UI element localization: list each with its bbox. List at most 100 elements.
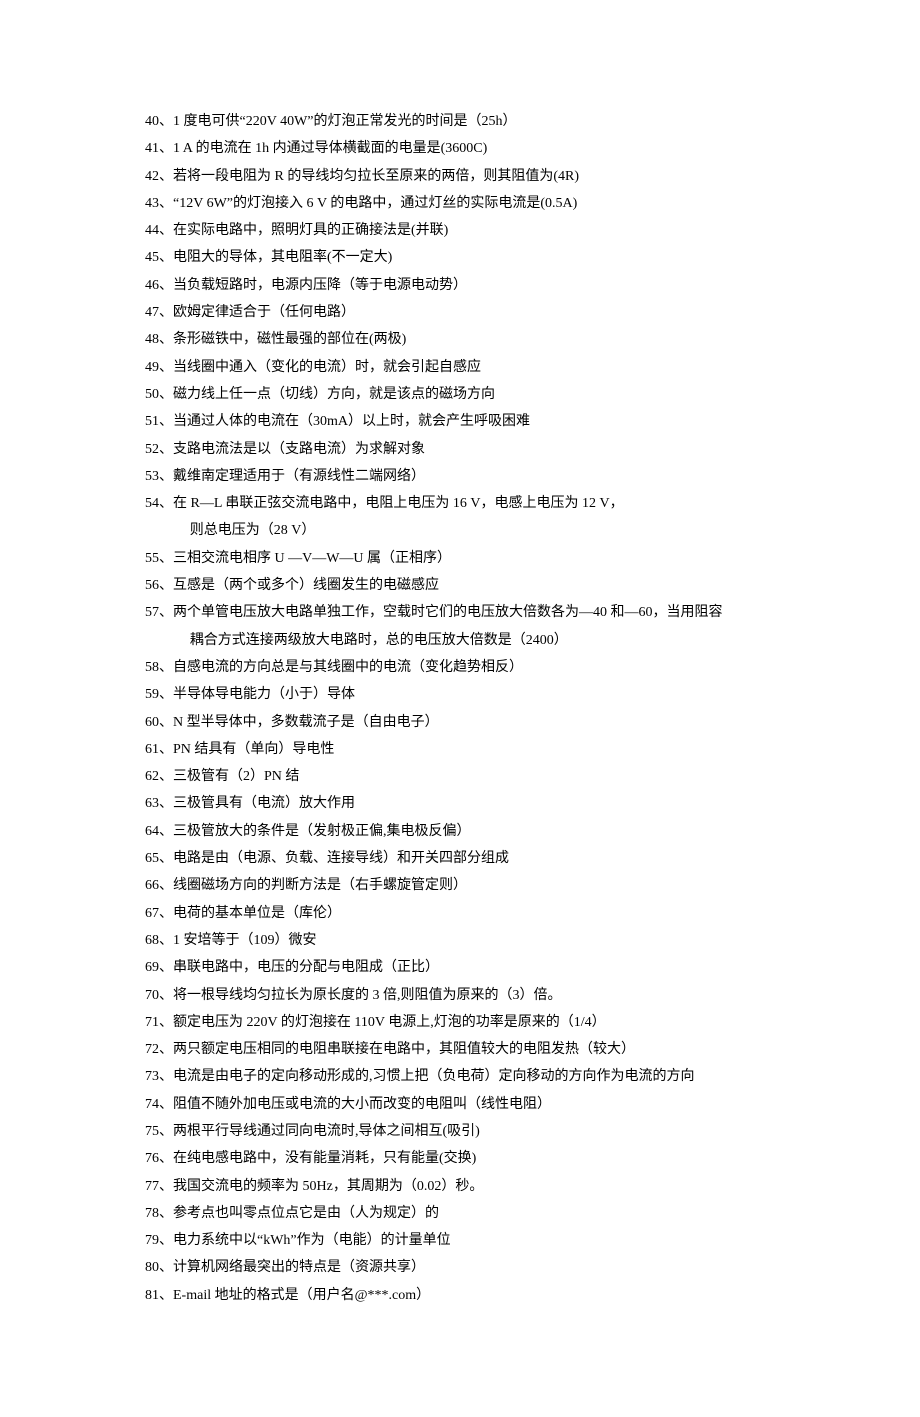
list-item: 58、自感电流的方向总是与其线圈中的电流（变化趋势相反） xyxy=(145,654,792,681)
item-number: 77、 xyxy=(145,1173,173,1200)
list-item: 75、两根平行导线通过同向电流时,导体之间相互(吸引) xyxy=(145,1118,792,1145)
item-number: 55、 xyxy=(145,545,173,572)
item-text: 在实际电路中，照明灯具的正确接法是(并联) xyxy=(173,217,792,244)
list-item: 44、在实际电路中，照明灯具的正确接法是(并联) xyxy=(145,217,792,244)
item-text: “12V 6W”的灯泡接入 6 V 的电路中，通过灯丝的实际电流是(0.5A) xyxy=(173,190,792,217)
list-item: 48、条形磁铁中，磁性最强的部位在(两极) xyxy=(145,326,792,353)
list-item: 45、电阻大的导体，其电阻率(不一定大) xyxy=(145,244,792,271)
list-item: 42、若将一段电阻为 R 的导线均匀拉长至原来的两倍，则其阻值为(4R) xyxy=(145,163,792,190)
item-number: 81、 xyxy=(145,1282,173,1309)
list-item: 69、串联电路中，电压的分配与电阻成（正比） xyxy=(145,954,792,981)
item-text: 互感是（两个或多个）线圈发生的电磁感应 xyxy=(173,572,792,599)
list-item: 76、在纯电感电路中，没有能量消耗，只有能量(交换) xyxy=(145,1145,792,1172)
item-text: 1 A 的电流在 1h 内通过导体横截面的电量是(3600C) xyxy=(173,135,792,162)
item-number: 62、 xyxy=(145,763,173,790)
list-item: 59、半导体导电能力（小于）导体 xyxy=(145,681,792,708)
item-text: 两只额定电压相同的电阻串联接在电路中，其阻值较大的电阻发热（较大） xyxy=(173,1036,792,1063)
item-text: 电路是由（电源、负载、连接导线）和开关四部分组成 xyxy=(173,845,792,872)
item-text: 串联电路中，电压的分配与电阻成（正比） xyxy=(173,954,792,981)
item-number: 51、 xyxy=(145,408,173,435)
list-item: 67、电荷的基本单位是（库伦） xyxy=(145,900,792,927)
item-number: 42、 xyxy=(145,163,173,190)
item-number: 79、 xyxy=(145,1227,173,1254)
item-number: 48、 xyxy=(145,326,173,353)
list-item: 70、将一根导线均匀拉长为原长度的 3 倍,则阻值为原来的（3）倍。 xyxy=(145,982,792,1009)
list-item: 54、在 R—L 串联正弦交流电路中，电阻上电压为 16 V，电感上电压为 12… xyxy=(145,490,792,517)
item-number: 47、 xyxy=(145,299,173,326)
list-item: 43、“12V 6W”的灯泡接入 6 V 的电路中，通过灯丝的实际电流是(0.5… xyxy=(145,190,792,217)
item-number: 65、 xyxy=(145,845,173,872)
item-number: 80、 xyxy=(145,1254,173,1281)
list-item: 51、当通过人体的电流在（30mA）以上时，就会产生呼吸困难 xyxy=(145,408,792,435)
list-item: 55、三相交流电相序 U —V—W—U 属（正相序） xyxy=(145,545,792,572)
item-text: N 型半导体中，多数载流子是（自由电子） xyxy=(173,709,792,736)
list-item: 72、两只额定电压相同的电阻串联接在电路中，其阻值较大的电阻发热（较大） xyxy=(145,1036,792,1063)
item-number: 50、 xyxy=(145,381,173,408)
item-number: 71、 xyxy=(145,1009,173,1036)
item-number: 58、 xyxy=(145,654,173,681)
item-number: 46、 xyxy=(145,272,173,299)
item-text: 两根平行导线通过同向电流时,导体之间相互(吸引) xyxy=(173,1118,792,1145)
item-text: 自感电流的方向总是与其线圈中的电流（变化趋势相反） xyxy=(173,654,792,681)
list-item: 62、三极管有（2）PN 结 xyxy=(145,763,792,790)
item-text: 1 安培等于（109）微安 xyxy=(173,927,792,954)
item-text: E-mail 地址的格式是（用户名@***.com） xyxy=(173,1282,792,1309)
list-item: 56、互感是（两个或多个）线圈发生的电磁感应 xyxy=(145,572,792,599)
list-item: 41、1 A 的电流在 1h 内通过导体横截面的电量是(3600C) xyxy=(145,135,792,162)
item-text: 半导体导电能力（小于）导体 xyxy=(173,681,792,708)
item-number: 57、 xyxy=(145,599,173,626)
item-number: 53、 xyxy=(145,463,173,490)
item-text: 1 度电可供“220V 40W”的灯泡正常发光的时间是（25h） xyxy=(173,108,792,135)
list-item: 66、线圈磁场方向的判断方法是（右手螺旋管定则） xyxy=(145,872,792,899)
item-number: 64、 xyxy=(145,818,173,845)
item-number: 52、 xyxy=(145,436,173,463)
list-item: 53、戴维南定理适用于（有源线性二端网络） xyxy=(145,463,792,490)
item-text: 欧姆定律适合于（任何电路） xyxy=(173,299,792,326)
list-item: 64、三极管放大的条件是（发射极正偏,集电极反偏） xyxy=(145,818,792,845)
item-number: 75、 xyxy=(145,1118,173,1145)
item-text: 两个单管电压放大电路单独工作，空载时它们的电压放大倍数各为—40 和—60，当用… xyxy=(173,599,792,626)
item-text: PN 结具有（单向）导电性 xyxy=(173,736,792,763)
item-text: 在纯电感电路中，没有能量消耗，只有能量(交换) xyxy=(173,1145,792,1172)
item-text: 将一根导线均匀拉长为原长度的 3 倍,则阻值为原来的（3）倍。 xyxy=(173,982,792,1009)
list-item: 49、当线圈中通入（变化的电流）时，就会引起自感应 xyxy=(145,354,792,381)
item-number: 41、 xyxy=(145,135,173,162)
item-text: 当通过人体的电流在（30mA）以上时，就会产生呼吸困难 xyxy=(173,408,792,435)
item-number: 61、 xyxy=(145,736,173,763)
item-number: 60、 xyxy=(145,709,173,736)
item-number: 59、 xyxy=(145,681,173,708)
item-text: 当线圈中通入（变化的电流）时，就会引起自感应 xyxy=(173,354,792,381)
item-text: 线圈磁场方向的判断方法是（右手螺旋管定则） xyxy=(173,872,792,899)
item-number: 45、 xyxy=(145,244,173,271)
item-text: 电力系统中以“kWh”作为（电能）的计量单位 xyxy=(173,1227,792,1254)
item-text: 三极管具有（电流）放大作用 xyxy=(173,790,792,817)
item-text: 条形磁铁中，磁性最强的部位在(两极) xyxy=(173,326,792,353)
item-text: 电阻大的导体，其电阻率(不一定大) xyxy=(173,244,792,271)
item-text: 当负载短路时，电源内压降（等于电源电动势） xyxy=(173,272,792,299)
item-text: 额定电压为 220V 的灯泡接在 110V 电源上,灯泡的功率是原来的（1/4） xyxy=(173,1009,792,1036)
item-text: 三极管放大的条件是（发射极正偏,集电极反偏） xyxy=(173,818,792,845)
item-number: 56、 xyxy=(145,572,173,599)
item-number: 67、 xyxy=(145,900,173,927)
list-item: 81、E-mail 地址的格式是（用户名@***.com） xyxy=(145,1282,792,1309)
item-continuation: 则总电压为（28 V） xyxy=(145,517,792,544)
list-item: 61、PN 结具有（单向）导电性 xyxy=(145,736,792,763)
list-item: 47、欧姆定律适合于（任何电路） xyxy=(145,299,792,326)
item-number: 69、 xyxy=(145,954,173,981)
item-number: 78、 xyxy=(145,1200,173,1227)
item-text: 磁力线上任一点（切线）方向，就是该点的磁场方向 xyxy=(173,381,792,408)
item-number: 70、 xyxy=(145,982,173,1009)
item-text: 三极管有（2）PN 结 xyxy=(173,763,792,790)
item-number: 73、 xyxy=(145,1063,173,1090)
item-text: 在 R—L 串联正弦交流电路中，电阻上电压为 16 V，电感上电压为 12 V， xyxy=(173,490,792,517)
item-number: 40、 xyxy=(145,108,173,135)
list-item: 46、当负载短路时，电源内压降（等于电源电动势） xyxy=(145,272,792,299)
item-number: 44、 xyxy=(145,217,173,244)
item-text: 参考点也叫零点位点它是由（人为规定）的 xyxy=(173,1200,792,1227)
item-number: 66、 xyxy=(145,872,173,899)
list-item: 78、参考点也叫零点位点它是由（人为规定）的 xyxy=(145,1200,792,1227)
document-page: 40、1 度电可供“220V 40W”的灯泡正常发光的时间是（25h）41、1 … xyxy=(0,0,920,1417)
list-item: 68、1 安培等于（109）微安 xyxy=(145,927,792,954)
list-item: 50、磁力线上任一点（切线）方向，就是该点的磁场方向 xyxy=(145,381,792,408)
list-item: 65、电路是由（电源、负载、连接导线）和开关四部分组成 xyxy=(145,845,792,872)
